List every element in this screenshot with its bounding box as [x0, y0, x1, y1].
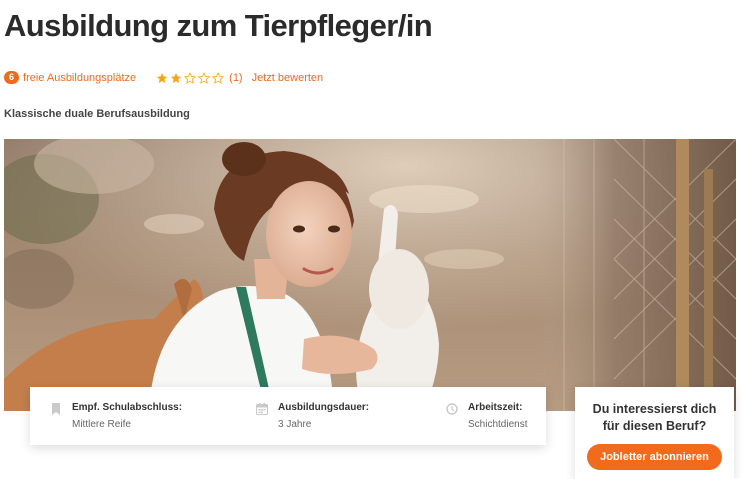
info-label: Empf. Schulabschluss:	[72, 402, 183, 413]
page-subtitle: Klassische duale Berufsausbildung	[4, 108, 190, 120]
subscribe-button[interactable]: Jobletter abonnieren	[587, 444, 722, 470]
calendar-icon	[256, 403, 268, 415]
meta-row: 6 freie Ausbildungsplätze (1) Jetzt bewe…	[4, 71, 323, 84]
free-count-badge: 6	[4, 71, 20, 84]
hero-image	[4, 139, 736, 411]
star-empty-icon[interactable]	[212, 71, 225, 84]
subscribe-line-1: Du interessierst dich	[592, 402, 717, 416]
page-title: Ausbildung zum Tierpfleger/in	[4, 8, 433, 43]
rating-count: (1)	[229, 71, 243, 84]
star-filled-icon[interactable]	[170, 72, 182, 84]
info-label: Ausbildungsdauer:	[278, 402, 370, 413]
subscribe-text: Du interessierst dich für diesen Beruf?	[575, 401, 734, 435]
star-filled-icon[interactable]	[156, 72, 168, 84]
info-value: 3 Jahre	[278, 419, 312, 430]
rate-now-link[interactable]: Jetzt bewerten	[252, 72, 324, 84]
star-empty-icon[interactable]	[198, 71, 211, 84]
subscribe-line-2: für diesen Beruf?	[602, 419, 707, 433]
clock-icon	[446, 403, 458, 415]
info-value: Mittlere Reife	[72, 419, 131, 430]
free-positions-link[interactable]: freie Ausbildungsplätze	[23, 72, 136, 84]
info-value: Schichtdienst	[468, 419, 528, 430]
rating-stars[interactable]	[156, 71, 226, 84]
info-card: Empf. Schulabschluss: Mittlere Reife Aus…	[30, 387, 546, 445]
star-empty-icon[interactable]	[184, 71, 197, 84]
bookmark-icon	[52, 403, 60, 415]
info-label: Arbeitszeit:	[468, 402, 523, 413]
hero-photo-illustration	[4, 139, 736, 411]
subscribe-card: Du interessierst dich für diesen Beruf? …	[575, 387, 734, 479]
